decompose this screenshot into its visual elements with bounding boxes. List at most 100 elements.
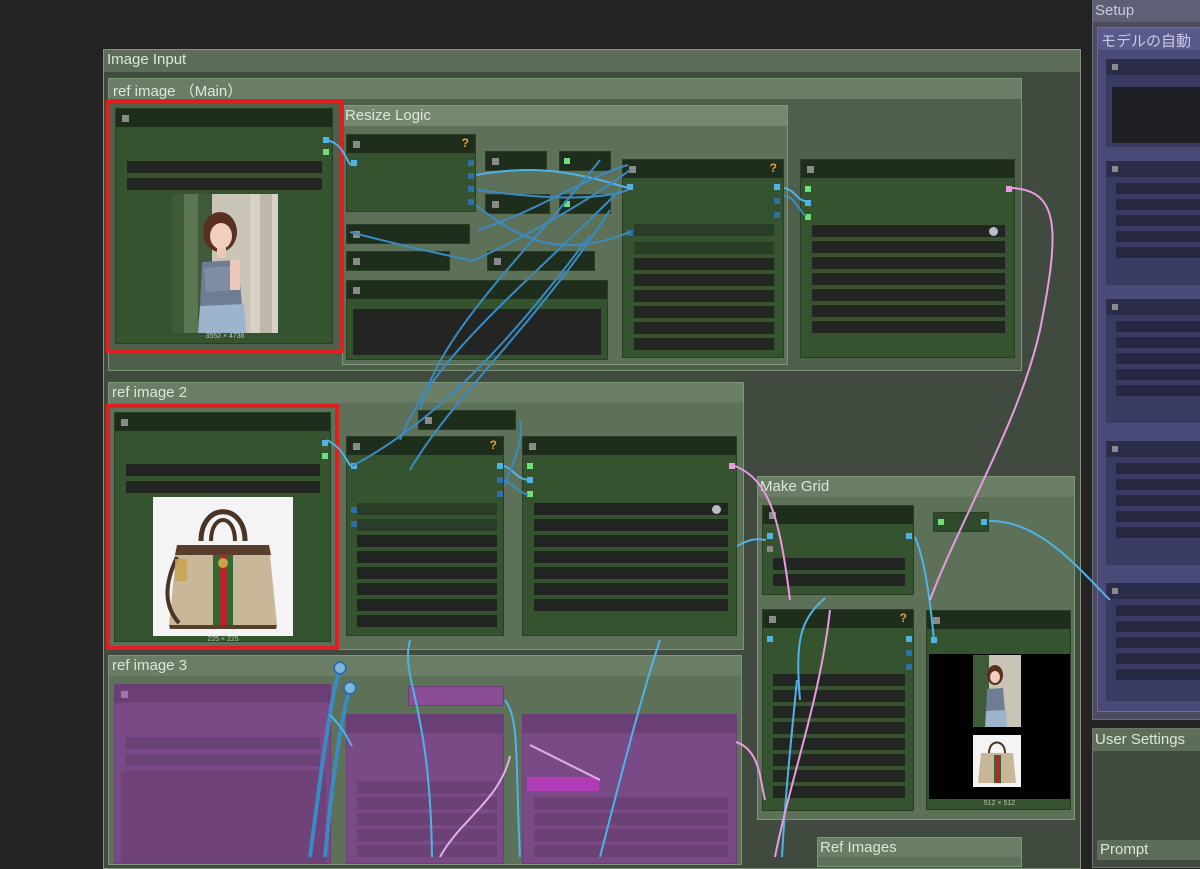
socket-icon[interactable] [497, 463, 503, 469]
socket-icon[interactable] [938, 519, 944, 525]
socket-icon[interactable] [468, 173, 474, 179]
widget[interactable] [773, 674, 905, 686]
socket-icon[interactable] [767, 636, 773, 642]
help-marker[interactable]: ? [900, 611, 907, 625]
widget[interactable] [534, 845, 728, 857]
preview-grid-node[interactable]: 512 × 512 [926, 610, 1071, 810]
widget[interactable] [773, 770, 905, 782]
toggle-knob[interactable] [989, 227, 998, 236]
socket-icon[interactable] [564, 158, 570, 164]
widget[interactable] [634, 224, 774, 236]
socket-icon[interactable] [906, 664, 912, 670]
widget[interactable] [534, 519, 728, 531]
help-marker[interactable]: ? [770, 161, 777, 175]
highlight-widget[interactable] [527, 777, 599, 791]
ref3-node-a[interactable] [346, 714, 504, 864]
widget[interactable] [534, 797, 728, 809]
setup-node-3[interactable] [1105, 298, 1200, 424]
primitive-node[interactable] [559, 151, 611, 171]
widget[interactable] [357, 813, 497, 825]
widget[interactable] [1116, 605, 1200, 616]
primitive-node[interactable] [485, 194, 550, 214]
widget[interactable] [634, 338, 774, 350]
widget[interactable] [773, 738, 905, 750]
socket-icon[interactable] [767, 533, 773, 539]
primitive-node[interactable] [346, 224, 470, 244]
socket-icon[interactable] [1006, 186, 1012, 192]
widget[interactable] [357, 519, 497, 531]
widget[interactable] [534, 583, 728, 595]
widget[interactable] [1116, 231, 1200, 242]
widget[interactable] [812, 273, 1005, 285]
ref3-node-b[interactable] [522, 714, 737, 864]
grid-node-b[interactable]: ? [762, 609, 914, 811]
widget[interactable] [812, 321, 1005, 333]
widget[interactable] [534, 551, 728, 563]
socket-icon[interactable] [906, 533, 912, 539]
widget[interactable] [773, 754, 905, 766]
widget[interactable] [357, 781, 497, 793]
widget[interactable] [812, 241, 1005, 253]
widget[interactable] [1116, 495, 1200, 506]
primitive-node[interactable] [485, 151, 547, 171]
widget[interactable] [634, 274, 774, 286]
socket-icon[interactable] [351, 463, 357, 469]
toggle-knob[interactable] [712, 505, 721, 514]
widget[interactable] [534, 829, 728, 841]
widget[interactable] [1116, 511, 1200, 522]
socket-icon[interactable] [497, 491, 503, 497]
widget[interactable] [773, 722, 905, 734]
widget[interactable] [357, 797, 497, 809]
widget[interactable] [773, 690, 905, 702]
socket-icon[interactable] [564, 201, 570, 207]
reroute-node[interactable] [933, 512, 989, 532]
socket-icon[interactable] [468, 186, 474, 192]
socket-icon[interactable] [527, 477, 533, 483]
socket-icon[interactable] [805, 214, 811, 220]
widget[interactable] [534, 813, 728, 825]
widget[interactable] [812, 257, 1005, 269]
image-select-widget[interactable] [126, 737, 320, 749]
primitive-node[interactable] [418, 410, 516, 430]
help-marker[interactable]: ? [490, 438, 497, 452]
widget[interactable] [1116, 385, 1200, 396]
widget[interactable] [1116, 337, 1200, 348]
load-image-node-3[interactable] [114, 684, 331, 864]
ref3-small-node[interactable] [408, 686, 504, 706]
widget[interactable] [1116, 527, 1200, 538]
ref2-node-b[interactable] [522, 436, 737, 636]
socket-icon[interactable] [627, 184, 633, 190]
widget[interactable] [357, 567, 497, 579]
image-widget[interactable] [534, 503, 728, 515]
widget[interactable] [1116, 183, 1200, 194]
resize-node-c[interactable]: ? [622, 159, 784, 358]
widget[interactable] [357, 599, 497, 611]
widget[interactable] [357, 551, 497, 563]
resize-node-d[interactable] [800, 159, 1015, 358]
socket-icon[interactable] [527, 491, 533, 497]
setup-node-1[interactable] [1105, 58, 1200, 148]
widget[interactable] [634, 322, 774, 334]
socket-icon[interactable] [468, 160, 474, 166]
upload-widget[interactable] [126, 754, 320, 766]
ref2-node-a[interactable]: ? [346, 436, 504, 636]
socket-icon[interactable] [627, 230, 633, 236]
widget[interactable] [534, 535, 728, 547]
image-widget[interactable] [812, 225, 1005, 237]
primitive-node[interactable] [559, 194, 611, 214]
widget[interactable] [1116, 321, 1200, 332]
widget[interactable] [1116, 621, 1200, 632]
primitive-node[interactable] [346, 251, 450, 271]
widget[interactable] [1116, 199, 1200, 210]
primitive-node[interactable] [487, 251, 595, 271]
widget[interactable] [534, 599, 728, 611]
setup-node-2[interactable] [1105, 160, 1200, 286]
socket-icon[interactable] [767, 546, 773, 552]
widget[interactable] [357, 845, 497, 857]
widget[interactable] [773, 574, 905, 586]
resize-node-a[interactable]: ? [346, 134, 476, 212]
widget[interactable] [634, 290, 774, 302]
widget[interactable] [1116, 463, 1200, 474]
widget[interactable] [773, 786, 905, 798]
setup-node-4[interactable] [1105, 440, 1200, 566]
